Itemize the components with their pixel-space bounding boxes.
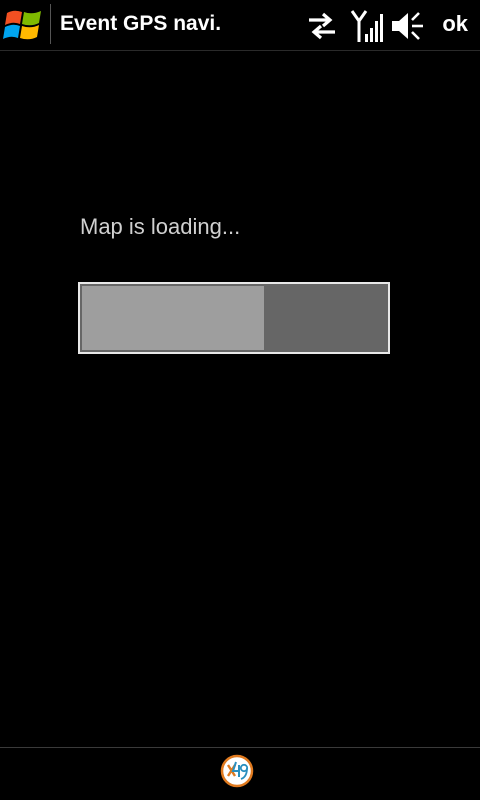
ok-button[interactable]: ok [442,11,468,37]
title-bar: Event GPS navi. ok [0,0,480,51]
sync-arrows-icon [309,12,335,40]
bottom-bar [0,747,480,800]
signal-status[interactable] [350,8,384,44]
title-separator [50,4,51,44]
volume-status[interactable] [390,8,426,44]
x49-logo-icon [220,754,254,788]
speaker-muted-icon [392,12,423,40]
start-button[interactable] [2,4,46,46]
windows-start-icon [3,10,41,40]
signal-strength-icon [350,10,383,42]
x49-logo-button[interactable] [220,754,254,788]
connectivity-status[interactable] [304,8,340,44]
app-title: Event GPS navi. [60,12,222,35]
map-loading-progress-bar [78,282,390,354]
progress-fill [82,286,264,350]
loading-message: Map is loading... [80,214,241,239]
